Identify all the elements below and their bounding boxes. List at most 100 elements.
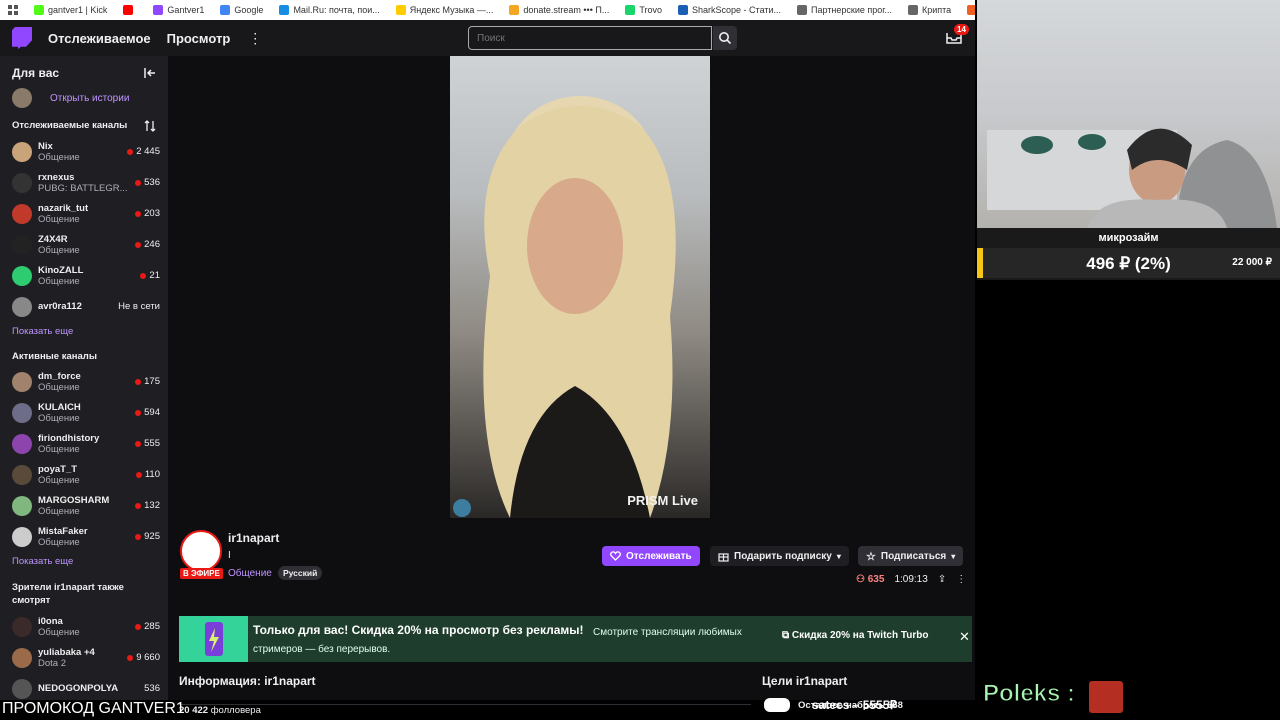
open-stories-button[interactable]: Открыть истории (0, 84, 168, 112)
live-dot-icon (135, 378, 142, 385)
sidebar-channel[interactable]: Z4X4R Общение 246 (0, 229, 168, 260)
channel-category: Общение (38, 626, 80, 638)
live-dot-icon (135, 409, 142, 416)
sidebar-channel[interactable]: KinoZALL Общение 21 (0, 260, 168, 291)
bookmark-label: Gantver1 (167, 5, 205, 15)
channel-viewers: Не в сети (118, 301, 160, 312)
donation-title: микрозайм (1098, 232, 1159, 244)
bookmark-item[interactable]: Партнерские прог... (789, 5, 900, 15)
sidebar-channel[interactable]: NEDOGONPOLYA 536 (0, 673, 168, 700)
channel-text: i0ona Общение (38, 616, 135, 638)
bookmark-item[interactable]: Trovo (617, 5, 670, 15)
bookmark-favicon-icon (220, 5, 231, 15)
apps-grid-icon[interactable] (0, 5, 26, 15)
sidebar-channel[interactable]: avr0ra112 Не в сети (0, 291, 168, 322)
more-options-icon[interactable]: ⋮ (248, 30, 262, 47)
channel-category: PUBG: BATTLEGR... (38, 182, 128, 194)
channel-category: Общение (38, 213, 80, 225)
bookmark-item[interactable]: SharkScope - Стати... (670, 5, 789, 15)
channel-avatar (12, 402, 32, 423)
channel-name: firiondhistory (38, 432, 100, 444)
bookmark-favicon-icon (797, 5, 808, 15)
bookmark-item[interactable]: Mail.Ru: почта, пои... (271, 5, 387, 15)
nav-browse[interactable]: Просмотр (167, 31, 231, 46)
channel-text: KULAICH Общение (38, 402, 135, 424)
sidebar-channel[interactable]: Nix Общение 2 445 (0, 136, 168, 167)
gift-sub-button[interactable]: Подарить подписку ▾ (710, 546, 849, 566)
channel-viewers: 536 (135, 177, 160, 188)
channel-viewers: 2 445 (127, 146, 160, 157)
bookmark-item[interactable]: gantver1 | Kick (26, 5, 115, 15)
show-more-followed[interactable]: Показать еще (0, 322, 168, 343)
bookmark-favicon-icon (678, 5, 689, 15)
channel-viewer-count: 175 (144, 376, 160, 387)
sidebar-channel[interactable]: poyaT_T Общение 110 (0, 459, 168, 490)
sidebar-channel[interactable]: i0ona Общение 285 (0, 611, 168, 642)
channel-avatar (12, 495, 32, 516)
turbo-discount-button[interactable]: ⧉ Скидка 20% на Twitch Turbo (782, 630, 928, 641)
turbo-discount-label: Скидка 20% на Twitch Turbo (791, 630, 929, 641)
goals-heading: Цели ir1napart (762, 674, 848, 688)
channel-avatar (12, 526, 32, 547)
live-dot-icon (135, 241, 142, 248)
donation-goal: 22 000 ₽ (1232, 257, 1272, 268)
share-icon[interactable]: ⇪ (938, 574, 946, 585)
channel-viewers: 536 (144, 683, 160, 694)
bookmark-item[interactable]: Gantver1 (145, 5, 212, 15)
channel-viewers: 925 (135, 531, 160, 542)
channel-text: Nix Общение (38, 141, 127, 163)
sidebar-channel[interactable]: yuliabaka +4 Dota 2 9 660 (0, 642, 168, 673)
live-badge: В ЭФИРЕ (180, 568, 223, 579)
donation-goal-widget: микрозайм 496 ₽ (2%) 22 000 ₽ (977, 228, 1280, 280)
live-dot-icon (135, 210, 142, 217)
channel-avatar (12, 265, 32, 286)
bookmark-item[interactable]: Крипта (900, 5, 959, 15)
channel-viewer-count: 536 (144, 177, 160, 188)
collapse-sidebar-icon[interactable] (144, 67, 156, 79)
language-tag[interactable]: Русский (278, 566, 323, 580)
channel-viewer-count: Не в сети (118, 301, 160, 312)
twitch-logo-icon[interactable] (12, 27, 32, 49)
bookmark-favicon-icon (153, 5, 164, 15)
streamer-name[interactable]: ir1napart (228, 531, 279, 545)
sidebar-channel[interactable]: KULAICH Общение 594 (0, 397, 168, 428)
sidebar-channel[interactable]: MARGOSHARM Общение 132 (0, 490, 168, 521)
bookmark-label: Крипта (921, 5, 952, 15)
show-more-active[interactable]: Показать еще (0, 552, 168, 573)
more-options-icon[interactable]: ⋮ (956, 574, 966, 585)
channel-viewers: 110 (135, 469, 160, 480)
promo-code-ticker: ПРОМОКОД GANTVER1 (2, 700, 185, 717)
heart-icon (610, 551, 621, 561)
live-dot-icon (135, 623, 142, 630)
bookmark-item[interactable] (115, 5, 145, 15)
sidebar-channel[interactable]: MistaFaker Общение 925 (0, 521, 168, 552)
subscribe-button[interactable]: ☆ Подписаться ▾ (858, 546, 964, 566)
stream-category[interactable]: Общение (228, 568, 272, 579)
video-player[interactable]: PRISM Live (450, 56, 710, 518)
bookmark-item[interactable]: Яндекс Музыка —... (388, 5, 502, 15)
nav-following[interactable]: Отслеживаемое (48, 31, 151, 46)
bookmark-item[interactable]: Bitly | URL Shortene (959, 5, 975, 15)
sidebar-channel[interactable]: rxnexus PUBG: BATTLEGR... 536 (0, 167, 168, 198)
sort-icon[interactable] (144, 120, 156, 132)
channel-viewer-count: 9 660 (136, 652, 160, 663)
sidebar-channel[interactable]: firiondhistory Общение 555 (0, 428, 168, 459)
channel-viewer-count: 246 (144, 239, 160, 250)
streamer-avatar[interactable] (180, 530, 222, 572)
channel-text: MARGOSHARM Общение (38, 495, 135, 517)
channel-text: avr0ra112 (38, 301, 118, 312)
channel-category: Общение (38, 412, 80, 424)
channel-text: nazarik_tut Общение (38, 203, 135, 225)
search-input[interactable] (468, 26, 712, 50)
subscribe-label: Подписаться (880, 550, 947, 562)
sidebar-channel[interactable]: nazarik_tut Общение 203 (0, 198, 168, 229)
search-button[interactable] (713, 26, 737, 50)
follow-button[interactable]: Отслеживать (602, 546, 700, 566)
channel-viewers: 246 (135, 239, 160, 250)
sidebar-channel[interactable]: dm_force Общение 175 (0, 366, 168, 397)
bookmark-item[interactable]: Google (212, 5, 271, 15)
close-icon[interactable]: ✕ (959, 629, 970, 645)
bookmark-item[interactable]: donate.stream ••• П... (501, 5, 617, 15)
channel-viewers: 175 (135, 376, 160, 387)
bookmark-label: donate.stream ••• П... (523, 5, 610, 15)
